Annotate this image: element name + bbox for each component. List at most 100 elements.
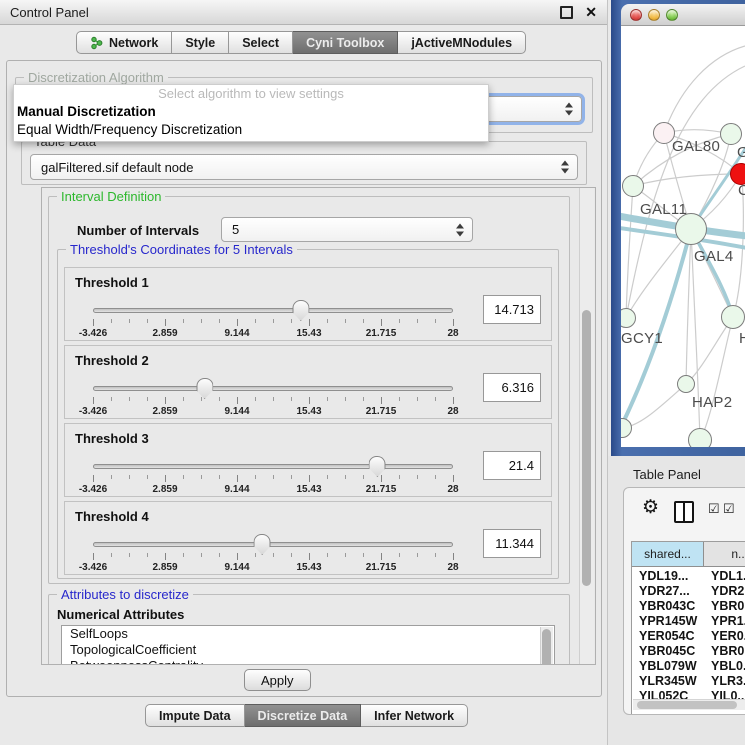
number-of-intervals-combobox[interactable]: 5 (221, 217, 473, 242)
node-bottom[interactable] (688, 428, 712, 447)
table-panel-title: Table Panel (633, 467, 701, 482)
table-row[interactable]: YBL079WYBL0... (632, 659, 745, 674)
tab-infer-network[interactable]: Infer Network (361, 704, 468, 727)
threshold-4-slider[interactable]: -3.426 2.859 9.144 15.43 21.715 28 (93, 538, 453, 572)
slider-scale: -3.426 2.859 9.144 15.43 21.715 28 (93, 562, 453, 574)
list-item-topologicalcoefficient[interactable]: TopologicalCoefficient (62, 642, 554, 658)
tab-label: Impute Data (159, 709, 231, 723)
network-window-titlebar (621, 4, 745, 26)
threshold-1-value-field[interactable]: 14.713 (483, 295, 541, 324)
gear-icon[interactable]: ⚙ (642, 498, 659, 517)
numerical-attributes-label: Numerical Attributes (57, 607, 184, 622)
apply-button[interactable]: Apply (244, 669, 311, 691)
tab-label: Infer Network (374, 709, 454, 723)
zoom-traffic-light[interactable] (666, 9, 678, 21)
node-label-c: C (738, 182, 745, 199)
dropdown-placeholder-option[interactable]: Select algorithm to view settings (14, 85, 488, 103)
threshold-label: Threshold 4 (75, 509, 149, 524)
algorithm-dropdown-popup: Select algorithm to view settings Manual… (13, 84, 489, 142)
combo-arrows-icon (561, 161, 569, 174)
checkbox-1-checked[interactable]: ☑ (708, 502, 720, 515)
slider-thumb[interactable] (196, 378, 213, 399)
window-title: Control Panel (10, 5, 89, 20)
control-panel-tabs: Network Style Select Cyni Toolbox jActiv… (76, 31, 526, 54)
node-label-gal4: GAL4 (694, 248, 734, 265)
table-row[interactable]: YBR045CYBR0... (632, 644, 745, 659)
tab-impute-data[interactable]: Impute Data (145, 704, 245, 727)
columns-icon[interactable] (674, 501, 694, 523)
cyni-bottom-tabs: Impute Data Discretize Data Infer Networ… (145, 704, 468, 727)
thresholds-coordinates-group: Threshold's Coordinates for 5 Intervals … (57, 249, 559, 579)
network-view-window: GAL80 G C GAL11 GAL4 GCY1 H HAP2 (611, 0, 745, 456)
slider-track[interactable] (93, 386, 453, 391)
threshold-3-slider[interactable]: -3.426 2.859 9.144 15.43 21.715 28 (93, 460, 453, 494)
table-row[interactable]: YDL19...YDL1... (632, 569, 745, 584)
dropdown-option-equal-width-frequency[interactable]: Equal Width/Frequency Discretization (14, 121, 488, 139)
threshold-label: Threshold 2 (75, 353, 149, 368)
attributes-to-discretize-group: Attributes to discretize Numerical Attri… (48, 594, 570, 665)
tab-select[interactable]: Select (229, 31, 293, 54)
slider-scale: -3.426 2.859 9.144 15.43 21.715 28 (93, 406, 453, 418)
list-item-selfloops[interactable]: SelfLoops (62, 626, 554, 642)
slider-track[interactable] (93, 464, 453, 469)
threshold-3-panel: Threshold 3 -3.426 2.859 9.144 15.43 (64, 423, 552, 497)
threshold-3-value-field[interactable]: 21.4 (483, 451, 541, 480)
tab-network[interactable]: Network (76, 31, 172, 54)
column-header-name[interactable]: n... (704, 542, 745, 567)
cyni-toolbox-panel: Discretization Algorithm Select algorith… (6, 60, 602, 697)
table-row[interactable]: YLR345WYLR3... (632, 674, 745, 689)
threshold-2-value-field[interactable]: 6.316 (483, 373, 541, 402)
slider-ticks (93, 319, 453, 323)
slider-scale: -3.426 2.859 9.144 15.43 21.715 28 (93, 328, 453, 340)
close-traffic-light[interactable] (630, 9, 642, 21)
threshold-label: Threshold 1 (75, 275, 149, 290)
interval-definition-group: Interval Definition Number of Intervals … (48, 196, 570, 584)
slider-thumb[interactable] (369, 456, 386, 477)
node-g[interactable] (720, 123, 742, 145)
settings-scroll-pane: Interval Definition Number of Intervals … (41, 187, 596, 665)
node-label-g: G (737, 144, 745, 161)
threshold-4-value-field[interactable]: 11.344 (483, 529, 541, 558)
table-data-value: galFiltered.sif default node (41, 160, 193, 175)
table-panel: ⚙ ☑ ☑ shared... n... YDL19...YDL1... YDR… (623, 487, 745, 715)
tab-label: Discretize Data (258, 709, 348, 723)
settings-scrollbar[interactable] (579, 188, 594, 664)
dropdown-option-manual-discretization[interactable]: Manual Discretization (14, 103, 488, 121)
slider-thumb[interactable] (292, 300, 309, 321)
tab-discretize-data[interactable]: Discretize Data (245, 704, 362, 727)
threshold-1-panel: Threshold 1 -3.426 2.859 9.144 15.43 (64, 267, 552, 341)
checkbox-2-checked[interactable]: ☑ (723, 502, 735, 515)
float-window-icon[interactable] (560, 6, 573, 19)
tab-jactivemnodules[interactable]: jActiveMNodules (398, 31, 526, 54)
tab-label: jActiveMNodules (411, 36, 512, 50)
threshold-1-slider[interactable]: -3.426 2.859 9.144 15.43 21.715 28 (93, 304, 453, 338)
network-canvas[interactable]: GAL80 G C GAL11 GAL4 GCY1 H HAP2 (621, 26, 745, 447)
node-gal11[interactable] (622, 175, 644, 197)
threshold-4-panel: Threshold 4 -3.426 2.859 9.144 15.43 (64, 501, 552, 575)
tab-style[interactable]: Style (172, 31, 229, 54)
threshold-2-slider[interactable]: -3.426 2.859 9.144 15.43 21.715 28 (93, 382, 453, 416)
threshold-2-panel: Threshold 2 -3.426 2.859 9.144 15.43 (64, 345, 552, 419)
table-row[interactable]: YPR145WYPR1... (632, 614, 745, 629)
table-row[interactable]: YER054CYER0... (632, 629, 745, 644)
tab-cyni-toolbox[interactable]: Cyni Toolbox (293, 31, 398, 54)
slider-track[interactable] (93, 308, 453, 313)
node-h[interactable] (721, 305, 745, 329)
close-icon[interactable]: ✕ (585, 5, 597, 19)
table-horizontal-scrollbar[interactable] (633, 699, 745, 710)
list-item-betweennesscentrality[interactable]: BetweennessCentrality (62, 658, 554, 665)
table-data-group: Table Data galFiltered.sif default node (21, 141, 587, 185)
column-header-shared-name[interactable]: shared... (632, 542, 704, 567)
slider-track[interactable] (93, 542, 453, 547)
numerical-attributes-list: SelfLoops TopologicalCoefficient Between… (61, 625, 555, 665)
slider-ticks (93, 397, 453, 401)
minimize-traffic-light[interactable] (648, 9, 660, 21)
node-attribute-table: shared... n... YDL19...YDL1... YDR27...Y… (631, 541, 745, 714)
table-data-combobox[interactable]: galFiltered.sif default node (30, 154, 578, 180)
table-row[interactable]: YBR043CYBR0... (632, 599, 745, 614)
slider-thumb[interactable] (254, 534, 271, 555)
list-scrollbar[interactable] (540, 627, 553, 665)
node-hap2[interactable] (677, 375, 695, 393)
node-label-gal80: GAL80 (672, 138, 720, 155)
table-row[interactable]: YDR27...YDR2... (632, 584, 745, 599)
